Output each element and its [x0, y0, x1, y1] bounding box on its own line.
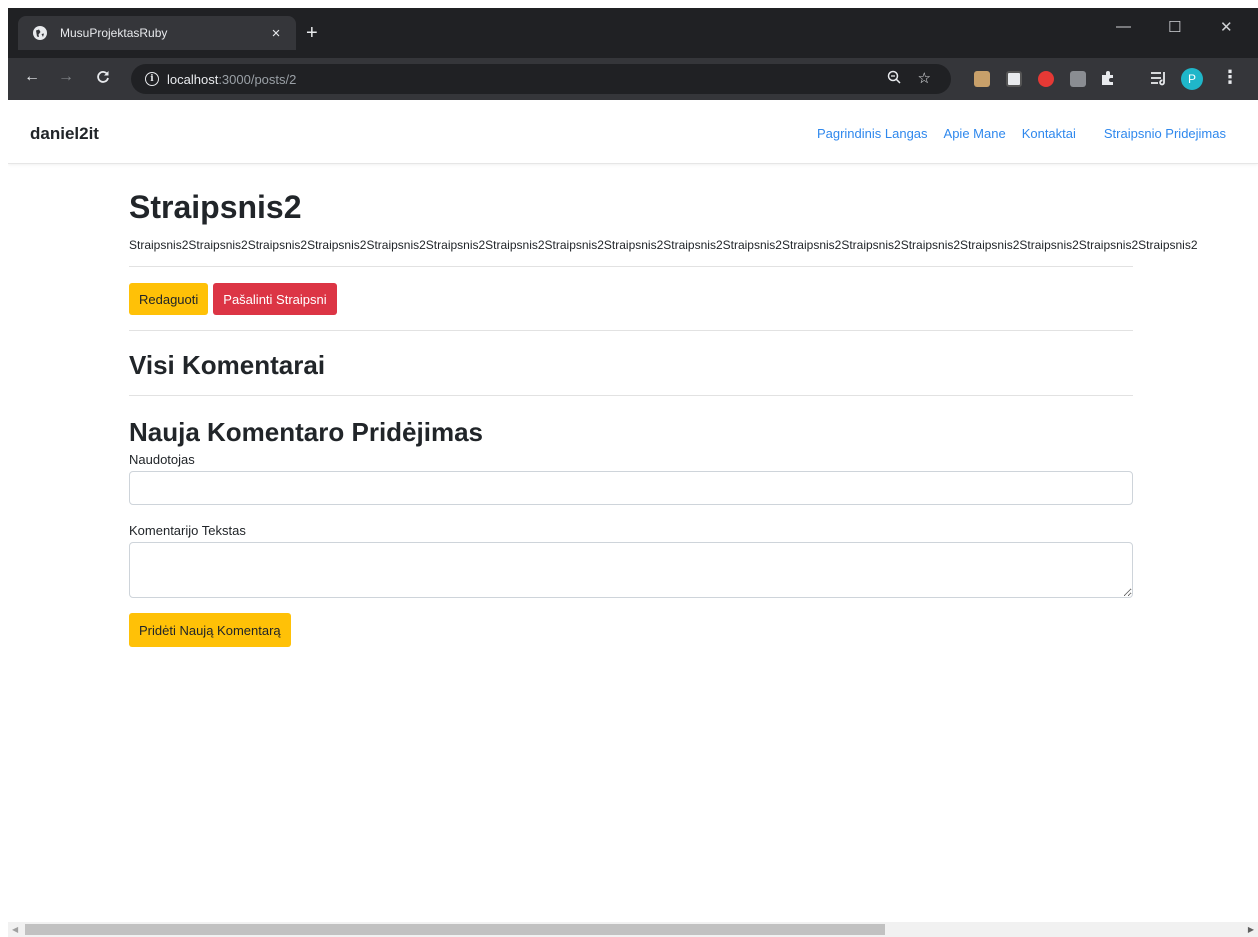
reading-list-icon[interactable] [1150, 70, 1168, 91]
extension-4-icon[interactable] [1070, 71, 1086, 87]
puzzle-extensions-icon[interactable] [1100, 70, 1116, 91]
page-viewport: daniel2it Pagrindinis Langas Apie Mane K… [8, 100, 1258, 922]
divider [129, 395, 1133, 396]
site-info-icon[interactable]: i [145, 72, 159, 86]
scroll-right-arrow-icon[interactable]: ▶ [1248, 925, 1254, 934]
nav-link-add-post[interactable]: Straipsnio Pridejimas [1104, 126, 1226, 141]
nav-link-home[interactable]: Pagrindinis Langas [817, 126, 928, 141]
back-arrow-icon[interactable]: ← [24, 68, 40, 86]
forward-arrow-icon[interactable]: → [58, 68, 74, 86]
extension-1-icon[interactable] [974, 71, 990, 87]
post-actions: Redaguoti Pašalinti Straipsni [129, 283, 1133, 315]
adblock-icon[interactable] [1038, 71, 1054, 87]
nav-link-about[interactable]: Apie Mane [944, 126, 1006, 141]
site-brand[interactable]: daniel2it [30, 124, 99, 144]
browser-tab[interactable]: MusuProjektasRuby × [18, 16, 296, 50]
extension-s-icon[interactable] [1006, 71, 1022, 87]
maximize-icon[interactable]: ☐ [1168, 18, 1181, 36]
reload-icon[interactable] [96, 68, 110, 89]
browser-toolbar: ← → i localhost:3000/posts/2 ☆ P ⋮ [8, 58, 1258, 100]
tab-close-icon[interactable]: × [264, 25, 288, 42]
minimize-icon[interactable]: — [1116, 18, 1131, 35]
globe-icon [32, 25, 48, 41]
divider [129, 330, 1133, 331]
scroll-left-arrow-icon[interactable]: ◀ [12, 925, 18, 934]
post-container: Straipsnis2 Straipsnis2Straipsnis2Straip… [129, 188, 1198, 647]
user-field-label: Naudotojas [129, 452, 195, 467]
nav-links: Pagrindinis Langas Apie Mane Kontaktai S… [801, 126, 1226, 141]
divider [129, 266, 1133, 267]
address-bar[interactable]: i localhost:3000/posts/2 ☆ [131, 64, 951, 94]
comments-heading: Visi Komentarai [129, 350, 326, 380]
post-body: Straipsnis2Straipsnis2Straipsnis2Straips… [129, 238, 1198, 252]
comment-text-input[interactable] [129, 542, 1133, 598]
comment-text-label: Komentarijo Tekstas [129, 523, 246, 538]
edit-post-button[interactable]: Redaguoti [129, 283, 209, 315]
new-comment-heading: Nauja Komentaro Pridėjimas [129, 417, 483, 447]
bookmark-star-icon[interactable]: ☆ [918, 69, 931, 87]
user-input[interactable] [129, 471, 1133, 505]
url-text: localhost:3000/posts/2 [167, 71, 297, 87]
profile-avatar[interactable]: P [1181, 68, 1203, 90]
site-navbar: daniel2it Pagrindinis Langas Apie Mane K… [8, 100, 1258, 164]
new-tab-icon[interactable]: + [306, 23, 318, 43]
browser-titlebar: MusuProjektasRuby × + — ☐ ✕ [8, 8, 1258, 58]
new-comment-form: Naudotojas Komentarijo Tekstas Pridėti N… [129, 452, 1133, 647]
browser-menu-icon[interactable]: ⋮ [1221, 67, 1239, 88]
horizontal-scrollbar[interactable]: ◀ ▶ [8, 922, 1258, 937]
add-comment-button[interactable]: Pridėti Naują Komentarą [129, 613, 291, 647]
post-title: Straipsnis2 [129, 189, 302, 225]
tab-title: MusuProjektasRuby [60, 26, 168, 40]
zoom-icon[interactable] [887, 70, 901, 87]
delete-post-button[interactable]: Pašalinti Straipsni [213, 283, 337, 315]
nav-link-contacts[interactable]: Kontaktai [1022, 126, 1076, 141]
scrollbar-thumb[interactable] [25, 924, 885, 935]
close-window-icon[interactable]: ✕ [1220, 18, 1233, 36]
